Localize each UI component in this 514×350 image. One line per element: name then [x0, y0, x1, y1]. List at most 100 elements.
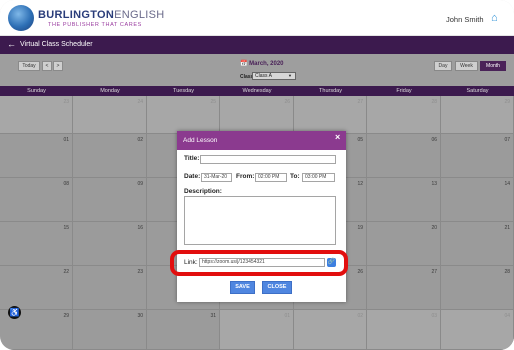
day-view-button[interactable]: Day [434, 61, 452, 71]
description-label: Description: [184, 188, 222, 195]
calendar-day-cell[interactable]: 26 [220, 96, 294, 134]
calendar-day-cell[interactable]: 23 [73, 266, 147, 310]
title-label: Title: [184, 155, 200, 162]
brand-main: BURLINGTON [38, 9, 115, 21]
calendar-day-number: 23 [63, 99, 69, 105]
calendar-day-cell[interactable]: 23 [0, 96, 73, 134]
page-titlebar: ← Virtual Class Scheduler [0, 36, 514, 54]
back-arrow-icon[interactable]: ← [7, 39, 16, 49]
calendar-day-number: 04 [504, 313, 510, 319]
calendar-day-cell[interactable]: 06 [367, 134, 441, 178]
calendar-day-number: 12 [357, 181, 363, 187]
prev-button[interactable]: < [42, 61, 52, 71]
close-icon[interactable]: × [335, 133, 340, 142]
page-title: Virtual Class Scheduler [20, 41, 93, 48]
calendar-day-cell[interactable]: 03 [367, 310, 441, 350]
calendar-day-number: 26 [284, 99, 290, 105]
calendar-day-cell[interactable]: 02 [294, 310, 367, 350]
calendar-day-cell[interactable]: 25 [147, 96, 220, 134]
dialog-title: Add Lesson [183, 137, 218, 144]
brand-name: BURLINGTONENGLISH [38, 9, 165, 21]
month-view-button[interactable]: Month [480, 61, 506, 71]
calendar-day-number: 26 [357, 269, 363, 275]
save-button[interactable]: SAVE [230, 281, 255, 294]
chevron-down-icon: ▼ [288, 73, 292, 78]
description-textarea[interactable] [184, 196, 336, 245]
calendar-day-cell[interactable]: 13 [367, 178, 441, 222]
calendar-day-cell[interactable]: 22 [0, 266, 73, 310]
app-window: BURLINGTONENGLISH THE PUBLISHER THAT CAR… [0, 0, 514, 350]
calendar-day-number: 27 [357, 99, 363, 105]
weekday-saturday: Saturday [466, 88, 489, 94]
date-input[interactable]: 31-Mar-20 [201, 173, 232, 182]
from-time-input[interactable]: 02:00 PM [255, 173, 287, 182]
class-select[interactable]: Class A ▼ [252, 72, 296, 80]
calendar-day-number: 03 [431, 313, 437, 319]
calendar-day-cell[interactable]: 16 [73, 222, 147, 266]
calendar-day-number: 13 [431, 181, 437, 187]
next-button[interactable]: > [53, 61, 63, 71]
calendar-day-cell[interactable]: 28 [367, 96, 441, 134]
calendar-day-number: 29 [504, 99, 510, 105]
calendar-day-cell[interactable]: 02 [73, 134, 147, 178]
calendar-icon: 📅 [240, 61, 248, 67]
class-select-value: Class A [255, 73, 272, 79]
calendar-day-number: 16 [137, 225, 143, 231]
weekday-header: Sunday Monday Tuesday Wednesday Thursday… [0, 86, 514, 96]
title-input[interactable] [200, 155, 336, 164]
calendar-day-number: 28 [431, 99, 437, 105]
month-label: 📅 March, 2020 [240, 60, 284, 67]
dialog-header: Add Lesson × [177, 131, 346, 150]
calendar-day-cell[interactable]: 14 [441, 178, 514, 222]
calendar-day-number: 30 [137, 313, 143, 319]
calendar-day-cell[interactable]: 27 [294, 96, 367, 134]
calendar-day-number: 07 [504, 137, 510, 143]
weekday-monday: Monday [100, 88, 120, 94]
calendar-day-number: 01 [63, 137, 69, 143]
brand-sub: ENGLISH [114, 9, 165, 21]
today-button[interactable]: Today [18, 61, 40, 71]
calendar-day-cell[interactable]: 15 [0, 222, 73, 266]
user-name[interactable]: John Smith [446, 15, 484, 24]
from-label: From: [236, 173, 255, 180]
week-view-button[interactable]: Week [455, 61, 478, 71]
calendar-day-number: 24 [137, 99, 143, 105]
calendar-day-cell[interactable]: 09 [73, 178, 147, 222]
calendar-day-cell[interactable]: 24 [73, 96, 147, 134]
weekday-sunday: Sunday [27, 88, 46, 94]
home-icon[interactable]: ⌂ [491, 12, 503, 24]
weekday-thursday: Thursday [319, 88, 342, 94]
calendar-day-number: 02 [357, 313, 363, 319]
calendar-day-cell[interactable]: 07 [441, 134, 514, 178]
calendar-day-number: 25 [210, 99, 216, 105]
calendar-day-number: 28 [504, 269, 510, 275]
weekday-friday: Friday [396, 88, 412, 94]
weekday-wednesday: Wednesday [242, 88, 272, 94]
calendar-day-cell[interactable]: 30 [73, 310, 147, 350]
calendar-day-cell[interactable]: 28 [441, 266, 514, 310]
weekday-tuesday: Tuesday [173, 88, 194, 94]
calendar-day-cell[interactable]: 20 [367, 222, 441, 266]
calendar-day-cell[interactable]: 21 [441, 222, 514, 266]
calendar-day-number: 02 [137, 137, 143, 143]
calendar-day-number: 23 [137, 269, 143, 275]
calendar-day-cell[interactable]: 29 [441, 96, 514, 134]
calendar-day-number: 31 [210, 313, 216, 319]
burlington-logo-icon [8, 5, 34, 31]
calendar-day-cell[interactable]: 01 [220, 310, 294, 350]
calendar-day-cell[interactable]: 04 [441, 310, 514, 350]
close-button[interactable]: CLOSE [262, 281, 292, 294]
calendar-day-number: 09 [137, 181, 143, 187]
calendar-day-number: 01 [284, 313, 290, 319]
brand-tagline: THE PUBLISHER THAT CARES [48, 22, 142, 28]
calendar-day-number: 27 [431, 269, 437, 275]
calendar-day-number: 22 [63, 269, 69, 275]
calendar-day-cell[interactable]: 01 [0, 134, 73, 178]
accessibility-icon[interactable]: ♿ [8, 306, 21, 319]
calendar-day-cell[interactable]: 27 [367, 266, 441, 310]
calendar-day-cell[interactable]: 31 [147, 310, 220, 350]
to-time-input[interactable]: 03:00 PM [302, 173, 335, 182]
month-text: March, 2020 [249, 61, 284, 67]
calendar-day-cell[interactable]: 08 [0, 178, 73, 222]
calendar-day-number: 14 [504, 181, 510, 187]
